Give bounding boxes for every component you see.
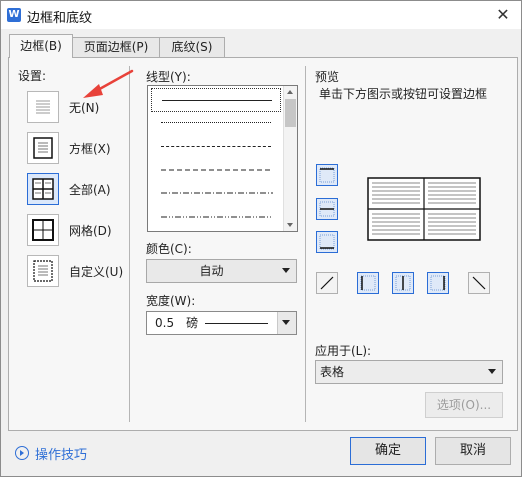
setting-none-label[interactable]: 无(N) [69, 99, 99, 116]
setting-custom-button[interactable] [27, 255, 59, 287]
inside-vertical-button[interactable] [392, 272, 414, 294]
setting-all-button[interactable] [27, 173, 59, 205]
line-style-dashed[interactable] [151, 159, 279, 181]
tips-link[interactable]: 操作技巧 [35, 444, 87, 463]
border-box-icon [33, 137, 53, 159]
width-line-sample [205, 323, 268, 324]
width-value: 0.5 磅 [155, 316, 199, 330]
app-icon: W [7, 8, 21, 22]
tips-icon[interactable] [15, 446, 29, 460]
chevron-down-icon [282, 268, 290, 273]
line-style-dotted[interactable] [151, 111, 279, 133]
apply-to-dropdown[interactable]: 表格 [315, 360, 503, 384]
top-border-button[interactable] [316, 164, 338, 186]
line-style-solid[interactable] [151, 88, 281, 112]
line-style-scrollbar[interactable] [283, 86, 297, 231]
apply-to-title: 应用于(L): [315, 344, 372, 358]
line-style-dashed-small[interactable] [151, 135, 279, 157]
width-title: 宽度(W): [146, 294, 196, 308]
chevron-down-icon [488, 369, 496, 374]
scroll-up-icon[interactable] [287, 90, 293, 94]
line-style-dash-dot-dot[interactable] [151, 206, 279, 228]
window-title: 边框和底纹 [27, 11, 93, 26]
setting-box-button[interactable] [27, 132, 59, 164]
tab-borders[interactable]: 边框(B) [9, 34, 73, 58]
options-button[interactable]: 选项(O)... [425, 392, 503, 418]
inside-horizontal-button[interactable] [316, 198, 338, 220]
border-none-icon [36, 100, 50, 114]
color-title: 颜色(C): [146, 242, 192, 256]
border-diagonal-down-icon [472, 276, 486, 290]
color-dropdown[interactable]: 自动 [146, 259, 297, 283]
chevron-down-icon [282, 320, 290, 325]
setting-all-label[interactable]: 全部(A) [69, 181, 111, 198]
scroll-down-icon[interactable] [287, 223, 293, 227]
line-style-dash-dot[interactable] [151, 182, 279, 204]
border-left-icon [360, 275, 376, 291]
border-top-icon [319, 167, 335, 183]
line-style-title: 线型(Y): [146, 70, 191, 84]
separator [305, 66, 306, 422]
apply-to-value: 表格 [320, 365, 345, 379]
diagonal-down-button[interactable] [468, 272, 490, 294]
ok-button[interactable]: 确定 [350, 437, 426, 465]
color-value: 自动 [199, 264, 224, 278]
setting-custom-label[interactable]: 自定义(U) [69, 263, 123, 280]
left-border-button[interactable] [357, 272, 379, 294]
tab-shading[interactable]: 底纹(S) [159, 37, 225, 57]
setting-box-label[interactable]: 方框(X) [69, 140, 111, 157]
bottom-border-button[interactable] [316, 231, 338, 253]
width-dropdown[interactable]: 0.5 磅 [146, 311, 297, 335]
borders-panel: 设置: 无(N) 方框(X) 全部(A) 网格(D) 自定义(U) 线型(Y):… [8, 57, 518, 431]
preview-hint: 单击下方图示或按钮可设置边框 [319, 87, 488, 101]
separator [129, 66, 130, 422]
setting-none-button[interactable] [27, 91, 59, 123]
preview-title: 预览 [315, 70, 340, 84]
diagonal-up-button[interactable] [316, 272, 338, 294]
border-bottom-icon [319, 234, 335, 250]
border-inside-vertical-icon [395, 275, 411, 291]
border-custom-icon [33, 260, 53, 282]
border-diagonal-up-icon [320, 276, 334, 290]
setting-grid-label[interactable]: 网格(D) [69, 222, 112, 239]
preview-table[interactable] [367, 177, 481, 241]
setting-grid-button[interactable] [27, 214, 59, 246]
title-bar: W 边框和底纹 ✕ [1, 1, 521, 29]
scroll-thumb[interactable] [285, 99, 296, 127]
tab-page-border[interactable]: 页面边框(P) [71, 37, 161, 57]
border-right-icon [430, 275, 446, 291]
dialog: W 边框和底纹 ✕ 边框(B) 页面边框(P) 底纹(S) 设置: 无(N) 方… [0, 0, 522, 477]
line-style-list[interactable] [147, 85, 298, 232]
border-all-icon [32, 178, 54, 200]
right-border-button[interactable] [427, 272, 449, 294]
border-grid-icon [32, 219, 54, 241]
setting-title: 设置: [18, 69, 47, 83]
cancel-button[interactable]: 取消 [435, 437, 511, 465]
close-icon[interactable]: ✕ [493, 5, 513, 25]
border-inside-horizontal-icon [319, 201, 335, 217]
tab-strip: 边框(B) 页面边框(P) 底纹(S) [1, 31, 521, 58]
